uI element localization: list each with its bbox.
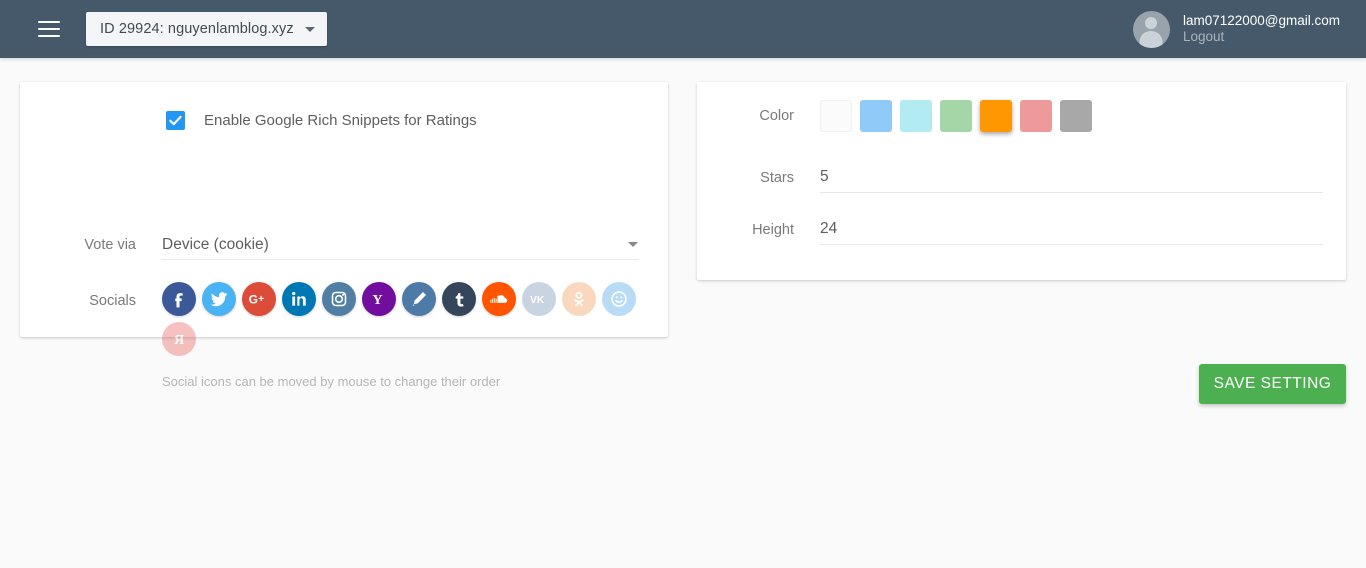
hamburger-line xyxy=(38,21,60,23)
social-icon-vkontakte[interactable]: VK xyxy=(522,282,556,316)
chevron-down-icon xyxy=(628,242,638,247)
hamburger-line xyxy=(38,28,60,30)
height-input[interactable] xyxy=(820,220,1323,238)
social-icon-livejournal[interactable] xyxy=(402,282,436,316)
instagram-icon xyxy=(331,291,347,307)
color-swatch-pink[interactable] xyxy=(1020,100,1052,132)
rich-snippets-checkbox[interactable] xyxy=(166,111,185,130)
color-row: Color xyxy=(697,100,1346,132)
color-swatch-white[interactable] xyxy=(820,100,852,132)
pencil-icon xyxy=(412,292,426,306)
facebook-icon xyxy=(175,293,183,308)
socials-row: Socials G + Y VK Я Social icons can be moved… xyxy=(20,282,668,389)
rich-snippets-label: Enable Google Rich Snippets for Ratings xyxy=(204,112,477,129)
app-header-bar: ID 29924: nguyenlamblog.xyz lam07122000@… xyxy=(0,0,1366,58)
social-icon-soundcloud[interactable] xyxy=(482,282,516,316)
social-icon-odnoklassniki[interactable] xyxy=(562,282,596,316)
avatar xyxy=(1132,10,1170,48)
color-swatch-list[interactable] xyxy=(820,100,1092,132)
stars-input[interactable] xyxy=(820,168,1323,186)
yahoo-icon: Y xyxy=(372,292,382,308)
height-row: Height xyxy=(697,214,1346,245)
svg-text:VK: VK xyxy=(530,295,545,306)
chevron-down-icon xyxy=(304,26,315,32)
account-area: lam07122000@gmail.com Logout xyxy=(1132,10,1340,48)
account-email: lam07122000@gmail.com xyxy=(1182,12,1340,28)
height-field[interactable] xyxy=(820,214,1323,245)
social-icon-google-plus[interactable]: G + xyxy=(242,282,276,316)
hamburger-line xyxy=(38,35,60,37)
google-plus-icon: G + xyxy=(249,294,264,307)
social-icon-list[interactable]: G + Y VK Я xyxy=(162,282,652,356)
smiley-icon xyxy=(611,291,627,307)
site-selector-label: ID 29924: nguyenlamblog.xyz xyxy=(100,21,294,37)
social-icon-linkedin[interactable] xyxy=(282,282,316,316)
socials-box: G + Y VK Я Social icons can be moved by mous… xyxy=(162,282,652,389)
logout-link[interactable]: Logout xyxy=(1183,29,1340,45)
soundcloud-icon xyxy=(490,295,508,303)
socials-label: Socials xyxy=(89,293,136,309)
site-selector-dropdown[interactable]: ID 29924: nguyenlamblog.xyz xyxy=(86,12,327,46)
svg-text:+: + xyxy=(258,294,264,305)
color-swatch-cyan[interactable] xyxy=(900,100,932,132)
avatar-head-shape xyxy=(1145,16,1158,29)
check-icon xyxy=(169,115,182,126)
social-icon-yahoo[interactable]: Y xyxy=(362,282,396,316)
color-swatch-green[interactable] xyxy=(940,100,972,132)
vote-via-select[interactable]: Device (cookie) xyxy=(162,230,638,260)
rich-snippets-checkbox-wrap[interactable]: Enable Google Rich Snippets for Ratings xyxy=(166,111,477,130)
stars-label: Stars xyxy=(760,169,794,186)
vote-via-value: Device (cookie) xyxy=(162,235,269,253)
svg-text:Y: Y xyxy=(372,292,382,308)
hamburger-menu-icon[interactable] xyxy=(34,14,64,44)
color-swatch-blue[interactable] xyxy=(860,100,892,132)
stars-row: Stars xyxy=(697,162,1346,193)
vk-icon: VK xyxy=(530,295,545,306)
vote-via-label: Vote via xyxy=(84,237,136,253)
avatar-body-shape xyxy=(1139,30,1163,48)
svg-text:Я: Я xyxy=(174,332,184,348)
height-label: Height xyxy=(752,221,794,238)
social-icon-tumblr[interactable] xyxy=(442,282,476,316)
twitter-icon xyxy=(210,292,228,307)
save-setting-button[interactable]: SAVE SETTING xyxy=(1199,364,1346,404)
color-swatch-grey[interactable] xyxy=(1060,100,1092,132)
social-icon-yandex[interactable]: Я xyxy=(162,322,196,356)
svg-text:G: G xyxy=(249,294,258,307)
odnoklassniki-icon xyxy=(574,291,584,307)
social-icon-facebook[interactable] xyxy=(162,282,196,316)
rich-snippets-row: Enable Google Rich Snippets for Ratings xyxy=(20,111,668,130)
color-label: Color xyxy=(759,108,794,124)
stars-field[interactable] xyxy=(820,162,1323,193)
tumblr-icon xyxy=(455,293,464,307)
linkedin-icon xyxy=(292,291,306,306)
vote-via-row: Vote via Device (cookie) xyxy=(20,230,668,260)
yandex-icon: Я xyxy=(174,332,184,348)
account-text: lam07122000@gmail.com Logout xyxy=(1183,13,1340,46)
social-icon-moi-mir[interactable] xyxy=(602,282,636,316)
social-icon-instagram[interactable] xyxy=(322,282,356,316)
social-icon-twitter[interactable] xyxy=(202,282,236,316)
socials-hint-text: Social icons can be moved by mouse to ch… xyxy=(162,374,501,389)
color-swatch-orange[interactable] xyxy=(980,100,1012,132)
general-settings-card: Enable Google Rich Snippets for Ratings … xyxy=(20,82,668,389)
appearance-settings-card: Color Stars Height xyxy=(697,82,1346,280)
